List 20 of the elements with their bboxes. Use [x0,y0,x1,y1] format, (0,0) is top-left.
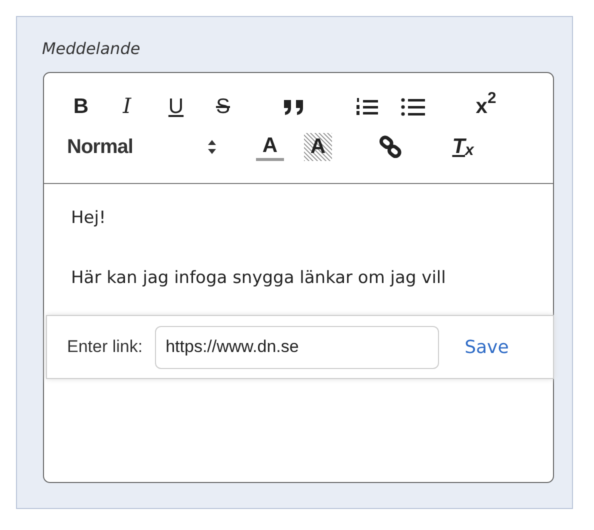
superscript-button[interactable]: x$^{2}$ [472,93,500,121]
save-link[interactable]: Save [464,334,509,360]
header-select[interactable]: Normal [67,133,217,161]
bullet-list-icon [400,97,426,117]
updown-caret-icon [207,139,217,155]
clean-button[interactable]: T$_{x}$ [449,133,477,161]
link-input[interactable]: https://www.dn.se [154,326,439,368]
italic-button[interactable]: I [113,93,141,121]
strike-button[interactable]: S [209,93,237,121]
underline-button[interactable]: U [162,93,190,121]
link-label: Enter link: [67,336,143,358]
bold-button[interactable]: B [67,93,95,121]
text-paragraph: Här kan jag infoga snygga länkar om jag vill [71,266,447,290]
ordered-list-icon [355,96,379,118]
link-icon [378,135,404,159]
text-color-button[interactable]: A [256,133,284,161]
background-color-button[interactable]: A [304,133,332,161]
quote-icon [282,98,306,116]
text-paragraph: Hej! [71,207,107,230]
field-label: Meddelande [42,38,140,60]
